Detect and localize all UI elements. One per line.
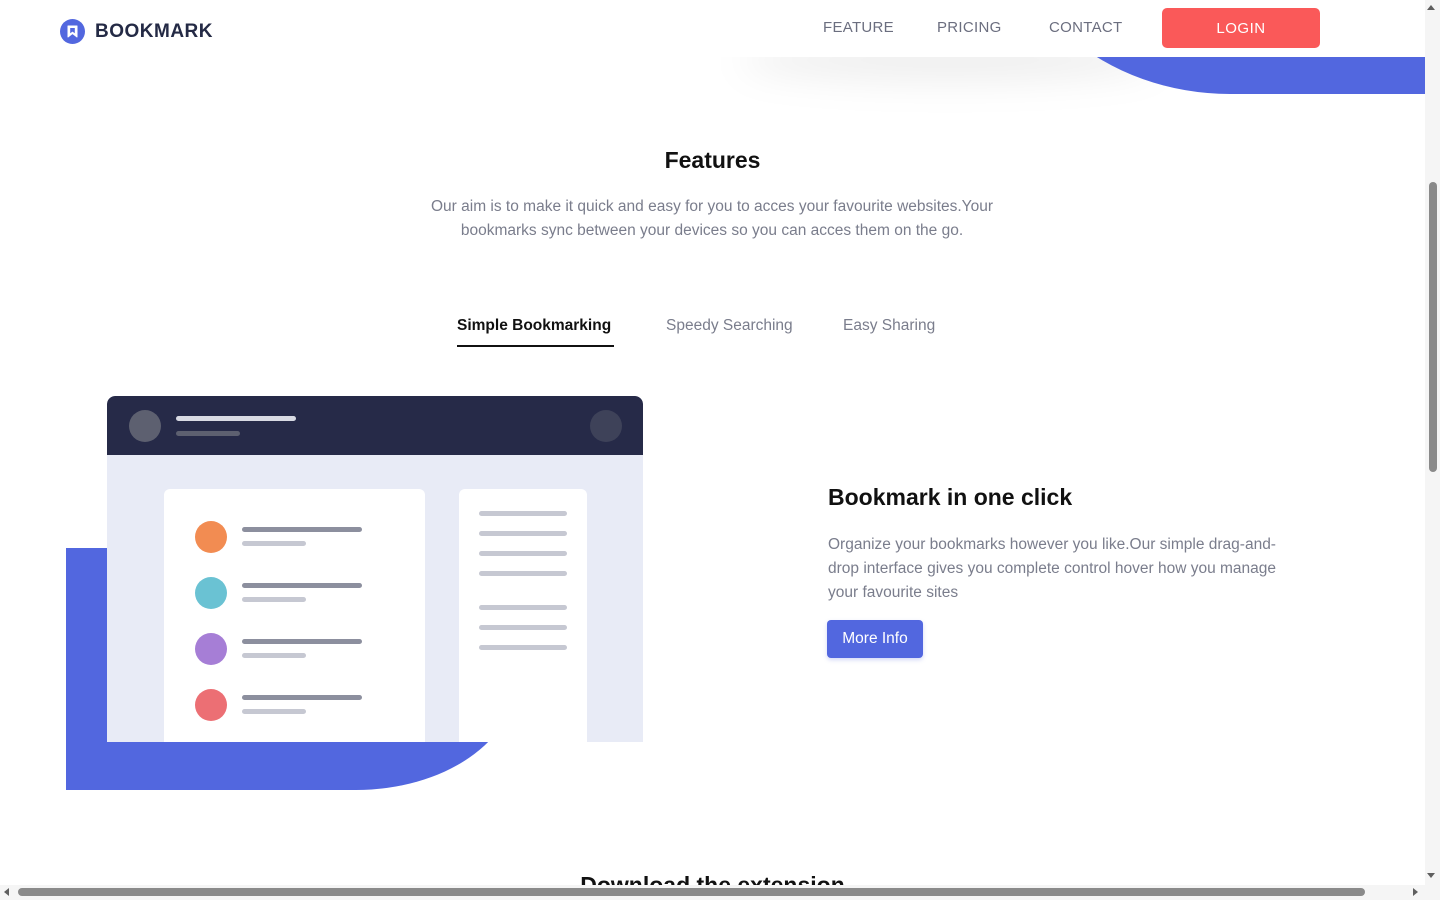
illustration-line (479, 605, 567, 610)
logo-text: BOOKMARK (95, 20, 213, 42)
illustration-browser-bar (107, 396, 643, 455)
illustration-title-line (176, 416, 296, 421)
nav-contact[interactable]: CONTACT (1049, 19, 1122, 36)
bookmark-icon (60, 19, 85, 44)
illustration-dot-purple (195, 633, 227, 665)
illustration-line (479, 511, 567, 516)
site-header: BOOKMARK FEATURE PRICING CONTACT LOGIN (0, 0, 1425, 57)
features-title: Features (664, 147, 761, 173)
more-info-button[interactable]: More Info (827, 620, 923, 658)
nav-feature[interactable]: FEATURE (823, 19, 894, 36)
illustration-line (479, 551, 567, 556)
illustration-line (242, 709, 306, 714)
illustration-dot-teal (195, 577, 227, 609)
tab-speedy-searching[interactable]: Speedy Searching (666, 317, 793, 335)
features-description: Our aim is to make it quick and easy for… (431, 198, 993, 239)
active-tab-indicator (457, 345, 614, 347)
nav-pricing[interactable]: PRICING (937, 19, 1002, 36)
logo[interactable]: BOOKMARK (60, 19, 213, 44)
illustration-line (479, 645, 567, 650)
illustration-dot-orange (195, 521, 227, 553)
scroll-left-arrow-icon[interactable] (4, 888, 9, 896)
illustration-line (242, 597, 306, 602)
scrollbar-corner (1425, 885, 1440, 900)
illustration-line (242, 583, 362, 588)
vertical-scroll-thumb[interactable] (1429, 182, 1437, 472)
illustration-line (242, 695, 362, 700)
panel-title: Bookmark in one click (828, 484, 1073, 510)
login-button[interactable]: LOGIN (1162, 8, 1320, 48)
illustration-line (479, 531, 567, 536)
page: BOOKMARK FEATURE PRICING CONTACT LOGIN F… (0, 0, 1425, 885)
illustration-side-panel (459, 489, 587, 742)
illustration-line (242, 541, 306, 546)
illustration-line (479, 571, 567, 576)
illustration-line (242, 639, 362, 644)
illustration-dot-red (195, 689, 227, 721)
illustration-subtitle-line (176, 431, 240, 436)
download-section-title: Download the extension (580, 872, 845, 885)
bookmark-illustration (107, 396, 643, 742)
horizontal-scroll-thumb[interactable] (18, 888, 1365, 896)
illustration-bookmark-list (164, 489, 425, 742)
illustration-line (242, 653, 306, 658)
illustration-line (479, 625, 567, 630)
horizontal-scrollbar[interactable] (0, 885, 1425, 900)
scroll-down-arrow-icon[interactable] (1427, 873, 1435, 878)
illustration-avatar (129, 410, 161, 442)
vertical-scrollbar[interactable] (1425, 0, 1440, 885)
scroll-up-arrow-icon[interactable] (1427, 5, 1435, 10)
panel-description: Organize your bookmarks however you like… (828, 536, 1277, 601)
tab-simple-bookmarking[interactable]: Simple Bookmarking (457, 317, 611, 335)
illustration-line (242, 527, 362, 532)
scroll-right-arrow-icon[interactable] (1413, 888, 1418, 896)
illustration-menu-circle (590, 410, 622, 442)
tab-easy-sharing[interactable]: Easy Sharing (843, 317, 935, 335)
